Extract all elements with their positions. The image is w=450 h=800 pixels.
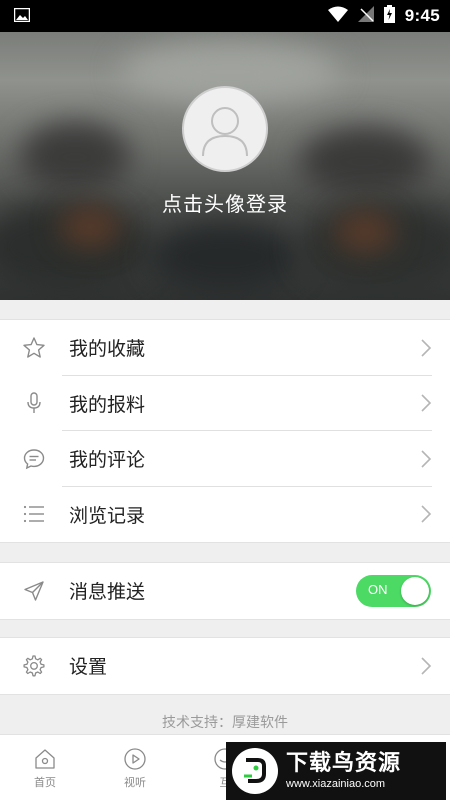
gear-icon bbox=[22, 654, 46, 678]
watermark-url: www.xiazainiao.com bbox=[286, 778, 386, 790]
menu-item-label: 我的评论 bbox=[69, 449, 146, 472]
menu-item-reports[interactable]: 我的报料 bbox=[0, 376, 450, 431]
star-icon bbox=[22, 336, 46, 360]
menu-item-push: 消息推送 ON bbox=[0, 563, 450, 619]
microphone-icon bbox=[22, 391, 46, 415]
list-icon bbox=[22, 502, 46, 526]
menu-group-settings: 设置 bbox=[0, 637, 450, 695]
wifi-icon bbox=[327, 6, 348, 26]
toggle-state-text: ON bbox=[368, 581, 388, 597]
avatar[interactable] bbox=[182, 86, 268, 172]
menu-item-history[interactable]: 浏览记录 bbox=[0, 487, 450, 543]
clock: 9:45 bbox=[404, 6, 440, 25]
comment-icon bbox=[22, 447, 46, 471]
menu-item-label: 消息推送 bbox=[69, 581, 146, 604]
push-toggle[interactable]: ON bbox=[356, 574, 431, 607]
menu-item-favorites[interactable]: 我的收藏 bbox=[0, 320, 450, 376]
battery-charging-icon bbox=[383, 5, 395, 27]
nav-tab-label: 首页 bbox=[34, 776, 56, 789]
no-signal-icon bbox=[357, 6, 374, 26]
menu-group-personal: 我的收藏 我的报料 我的评论 浏览记录 bbox=[0, 319, 450, 543]
send-icon bbox=[22, 579, 46, 603]
nav-tab-media[interactable]: 视听 bbox=[90, 735, 180, 800]
menu-group-push: 消息推送 ON bbox=[0, 562, 450, 620]
menu-item-label: 我的收藏 bbox=[69, 338, 146, 361]
watermark-overlay: 下载鸟资源 www.xiazainiao.com bbox=[226, 742, 446, 800]
chevron-right-icon bbox=[421, 339, 432, 357]
menu-item-settings[interactable]: 设置 bbox=[0, 638, 450, 694]
menu-item-label: 设置 bbox=[69, 656, 108, 679]
nav-tab-home[interactable]: 首页 bbox=[0, 735, 90, 800]
menu-item-comments[interactable]: 我的评论 bbox=[0, 431, 450, 487]
chevron-right-icon bbox=[421, 505, 432, 523]
tech-support-text: 技术支持：厚建软件 bbox=[162, 715, 288, 731]
watermark-title: 下载鸟资源 bbox=[286, 751, 402, 776]
login-prompt[interactable]: 点击头像登录 bbox=[0, 188, 450, 217]
gallery-notification-icon bbox=[13, 7, 31, 26]
watermark-logo-icon bbox=[232, 748, 278, 794]
toggle-knob bbox=[401, 576, 429, 605]
nav-tab-label: 视听 bbox=[124, 776, 146, 789]
chevron-right-icon bbox=[421, 657, 432, 675]
menu-item-label: 我的报料 bbox=[69, 393, 146, 416]
home-icon bbox=[35, 749, 55, 769]
profile-header: 点击头像登录 bbox=[0, 32, 450, 300]
menu-item-label: 浏览记录 bbox=[69, 504, 146, 527]
chevron-right-icon bbox=[421, 450, 432, 468]
status-bar: 9:45 bbox=[0, 0, 450, 32]
user-placeholder-icon bbox=[202, 107, 248, 157]
chevron-right-icon bbox=[421, 394, 432, 412]
play-icon bbox=[124, 748, 146, 770]
